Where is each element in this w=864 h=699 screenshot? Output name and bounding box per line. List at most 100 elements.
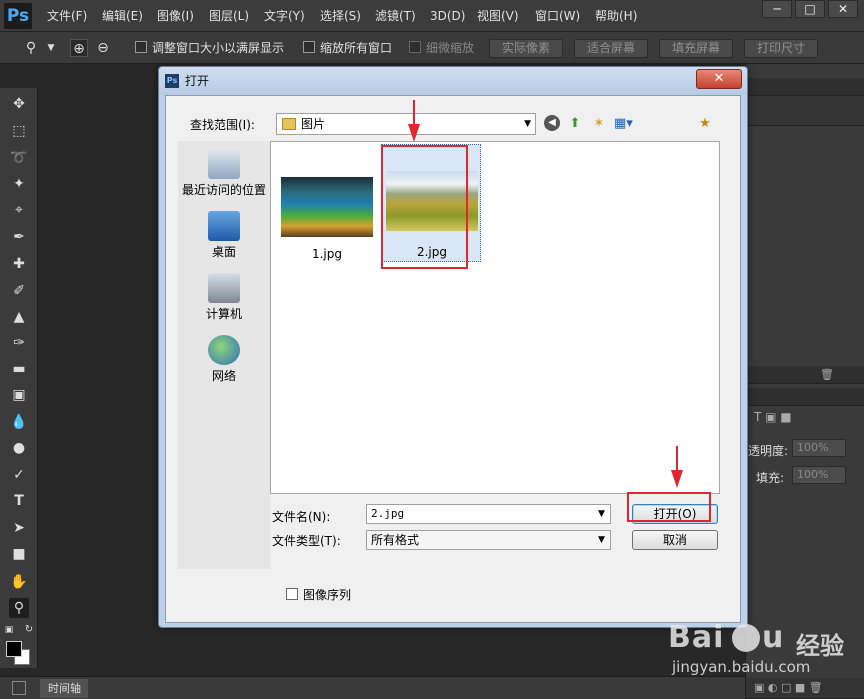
right-panels: 🗑 T ▣ ■ 透明度: 100% 填充: 100% ▣ ◐ □ ■ 🗑 bbox=[745, 64, 864, 699]
filename-input[interactable]: 2.jpg bbox=[366, 504, 611, 524]
lookin-value: 图片 bbox=[301, 117, 326, 131]
place-recent-label: 最近访问的位置 bbox=[181, 183, 266, 197]
menu-layer[interactable]: 图层(L) bbox=[209, 0, 249, 32]
type-tool-icon[interactable]: T bbox=[9, 491, 29, 511]
lasso-tool-icon[interactable]: ➰ bbox=[9, 148, 29, 168]
watermark-brand-suffix: u bbox=[762, 620, 784, 655]
gradient-tool-icon[interactable]: ▣ bbox=[9, 385, 29, 405]
photoshop-logo: Ps bbox=[4, 3, 32, 29]
path-selection-icon[interactable]: ➤ bbox=[9, 518, 29, 538]
move-tool-icon[interactable]: ✥ bbox=[9, 94, 29, 114]
layer-actions-icons[interactable]: ▣ ◐ □ ■ 🗑 bbox=[754, 681, 823, 694]
print-size-button[interactable]: 打印尺寸 bbox=[744, 39, 818, 58]
scrubby-zoom-checkbox[interactable] bbox=[409, 41, 421, 53]
maximize-button[interactable]: □ bbox=[795, 0, 825, 18]
menu-image[interactable]: 图像(I) bbox=[157, 0, 194, 32]
trash-icon[interactable]: 🗑 bbox=[820, 368, 834, 381]
swap-colors-icon[interactable]: ↻ bbox=[22, 620, 36, 640]
zoom-tool-active-icon[interactable]: ⚲ bbox=[9, 598, 29, 618]
cancel-button[interactable]: 取消 bbox=[632, 530, 718, 550]
opacity-field[interactable]: 100% bbox=[792, 439, 846, 457]
brush-tool-icon[interactable]: ✐ bbox=[9, 281, 29, 301]
dialog-title: 打开 bbox=[185, 74, 210, 88]
history-brush-icon[interactable]: ✑ bbox=[9, 333, 29, 353]
marquee-tool-icon[interactable]: ⬚ bbox=[9, 121, 29, 141]
timeline-bar: 时间轴 bbox=[0, 676, 745, 699]
file-item-1[interactable]: 1.jpg bbox=[277, 147, 377, 265]
panel-footer: 🗑 bbox=[746, 366, 864, 384]
view-menu-icon[interactable]: ▦▾ bbox=[614, 115, 633, 133]
image-sequence-label: 图像序列 bbox=[303, 588, 352, 602]
close-app-button[interactable]: ✕ bbox=[828, 0, 858, 18]
panel-tabs-area bbox=[746, 96, 864, 126]
filetype-select[interactable]: 所有格式 bbox=[366, 530, 611, 550]
actual-pixels-button[interactable]: 实际像素 bbox=[489, 39, 563, 58]
thumbnail-lake-image bbox=[281, 177, 373, 237]
minimize-button[interactable]: ─ bbox=[762, 0, 792, 18]
menu-view[interactable]: 视图(V) bbox=[477, 0, 519, 32]
place-network[interactable]: 网络 bbox=[178, 335, 270, 384]
pen-tool-icon[interactable]: ✓ bbox=[9, 465, 29, 485]
menu-edit[interactable]: 编辑(E) bbox=[102, 0, 143, 32]
folder-icon bbox=[282, 118, 296, 130]
filename-chevron-down-icon[interactable]: ▼ bbox=[598, 504, 605, 524]
zoom-in-icon[interactable]: ⊕ bbox=[70, 39, 88, 57]
chevron-down-icon: ▼ bbox=[524, 119, 531, 129]
place-desktop-label: 桌面 bbox=[211, 245, 236, 259]
menu-select[interactable]: 选择(S) bbox=[320, 0, 361, 32]
filetype-chevron-down-icon[interactable]: ▼ bbox=[598, 530, 605, 550]
menu-help[interactable]: 帮助(H) bbox=[595, 0, 637, 32]
magic-wand-icon[interactable]: ✦ bbox=[9, 174, 29, 194]
healing-brush-icon[interactable]: ✚ bbox=[9, 254, 29, 274]
foreground-color-swatch[interactable] bbox=[6, 641, 22, 657]
dialog-close-button[interactable]: ✕ bbox=[696, 69, 742, 89]
baidu-paw-icon bbox=[732, 624, 760, 652]
zoom-all-label: 缩放所有窗口 bbox=[320, 41, 393, 55]
image-sequence-checkbox[interactable] bbox=[286, 588, 298, 600]
shape-tool-icon[interactable]: ■ bbox=[9, 544, 29, 564]
fill-screen-button[interactable]: 填充屏幕 bbox=[659, 39, 733, 58]
crop-tool-icon[interactable]: ⌖ bbox=[9, 200, 29, 220]
fill-field[interactable]: 100% bbox=[792, 466, 846, 484]
place-computer[interactable]: 计算机 bbox=[178, 273, 270, 322]
eyedropper-icon[interactable]: ✒ bbox=[9, 227, 29, 247]
menu-type[interactable]: 文字(Y) bbox=[264, 0, 305, 32]
place-desktop[interactable]: 桌面 bbox=[178, 211, 270, 260]
dodge-tool-icon[interactable]: ● bbox=[9, 438, 29, 458]
blur-tool-icon[interactable]: 💧 bbox=[9, 412, 29, 432]
eraser-tool-icon[interactable]: ▬ bbox=[9, 359, 29, 379]
watermark-url: jingyan.baidu.com bbox=[672, 658, 811, 676]
dialog-titlebar[interactable]: Ps 打开 ✕ bbox=[159, 67, 747, 95]
new-folder-icon[interactable]: ✶ bbox=[590, 115, 608, 133]
menu-file[interactable]: 文件(F) bbox=[47, 0, 87, 32]
menu-bar: Ps 文件(F) 编辑(E) 图像(I) 图层(L) 文字(Y) 选择(S) 滤… bbox=[0, 0, 864, 32]
menu-window[interactable]: 窗口(W) bbox=[535, 0, 580, 32]
clone-stamp-icon[interactable]: ▲ bbox=[9, 307, 29, 327]
up-folder-icon[interactable]: ⬆ bbox=[566, 115, 584, 133]
timeline-menu-icon[interactable] bbox=[12, 681, 26, 695]
menu-filter[interactable]: 滤镜(T) bbox=[375, 0, 416, 32]
back-icon[interactable]: ◀ bbox=[544, 115, 560, 131]
fit-screen-button[interactable]: 适合屏幕 bbox=[574, 39, 648, 58]
lookin-dropdown[interactable]: 图片 ▼ bbox=[276, 113, 536, 135]
toolbox: ✥ ⬚ ➰ ✦ ⌖ ✒ ✚ ✐ ▲ ✑ ▬ ▣ 💧 ● ✓ T ➤ ■ ✋ ⚲ … bbox=[0, 88, 38, 668]
layer-filter-icons[interactable]: T ▣ ■ bbox=[754, 410, 792, 424]
panel-header-top bbox=[746, 78, 864, 96]
tool-preset-dropdown-icon[interactable]: ▼ bbox=[42, 39, 60, 57]
filename-label: 文件名(N): bbox=[272, 510, 331, 524]
hand-tool-icon[interactable]: ✋ bbox=[9, 572, 29, 592]
watermark-brand: Bai bbox=[668, 620, 725, 655]
resize-windows-checkbox[interactable] bbox=[135, 41, 147, 53]
menu-3d[interactable]: 3D(D) bbox=[430, 0, 465, 32]
default-colors-icon[interactable]: ▣ bbox=[2, 620, 16, 640]
zoom-all-checkbox[interactable] bbox=[303, 41, 315, 53]
zoom-out-icon[interactable]: ⊖ bbox=[94, 39, 112, 57]
layers-panel-header bbox=[746, 388, 864, 406]
favorite-folder-icon[interactable]: ★ bbox=[696, 115, 714, 133]
place-recent[interactable]: 最近访问的位置 bbox=[178, 149, 270, 198]
places-bar: 最近访问的位置 桌面 计算机 网络 bbox=[178, 141, 270, 569]
zoom-tool-icon[interactable]: ⚲ bbox=[22, 39, 40, 57]
file-name-1: 1.jpg bbox=[311, 247, 343, 261]
filetype-label: 文件类型(T): bbox=[272, 534, 341, 548]
tab-timeline[interactable]: 时间轴 bbox=[40, 679, 88, 698]
